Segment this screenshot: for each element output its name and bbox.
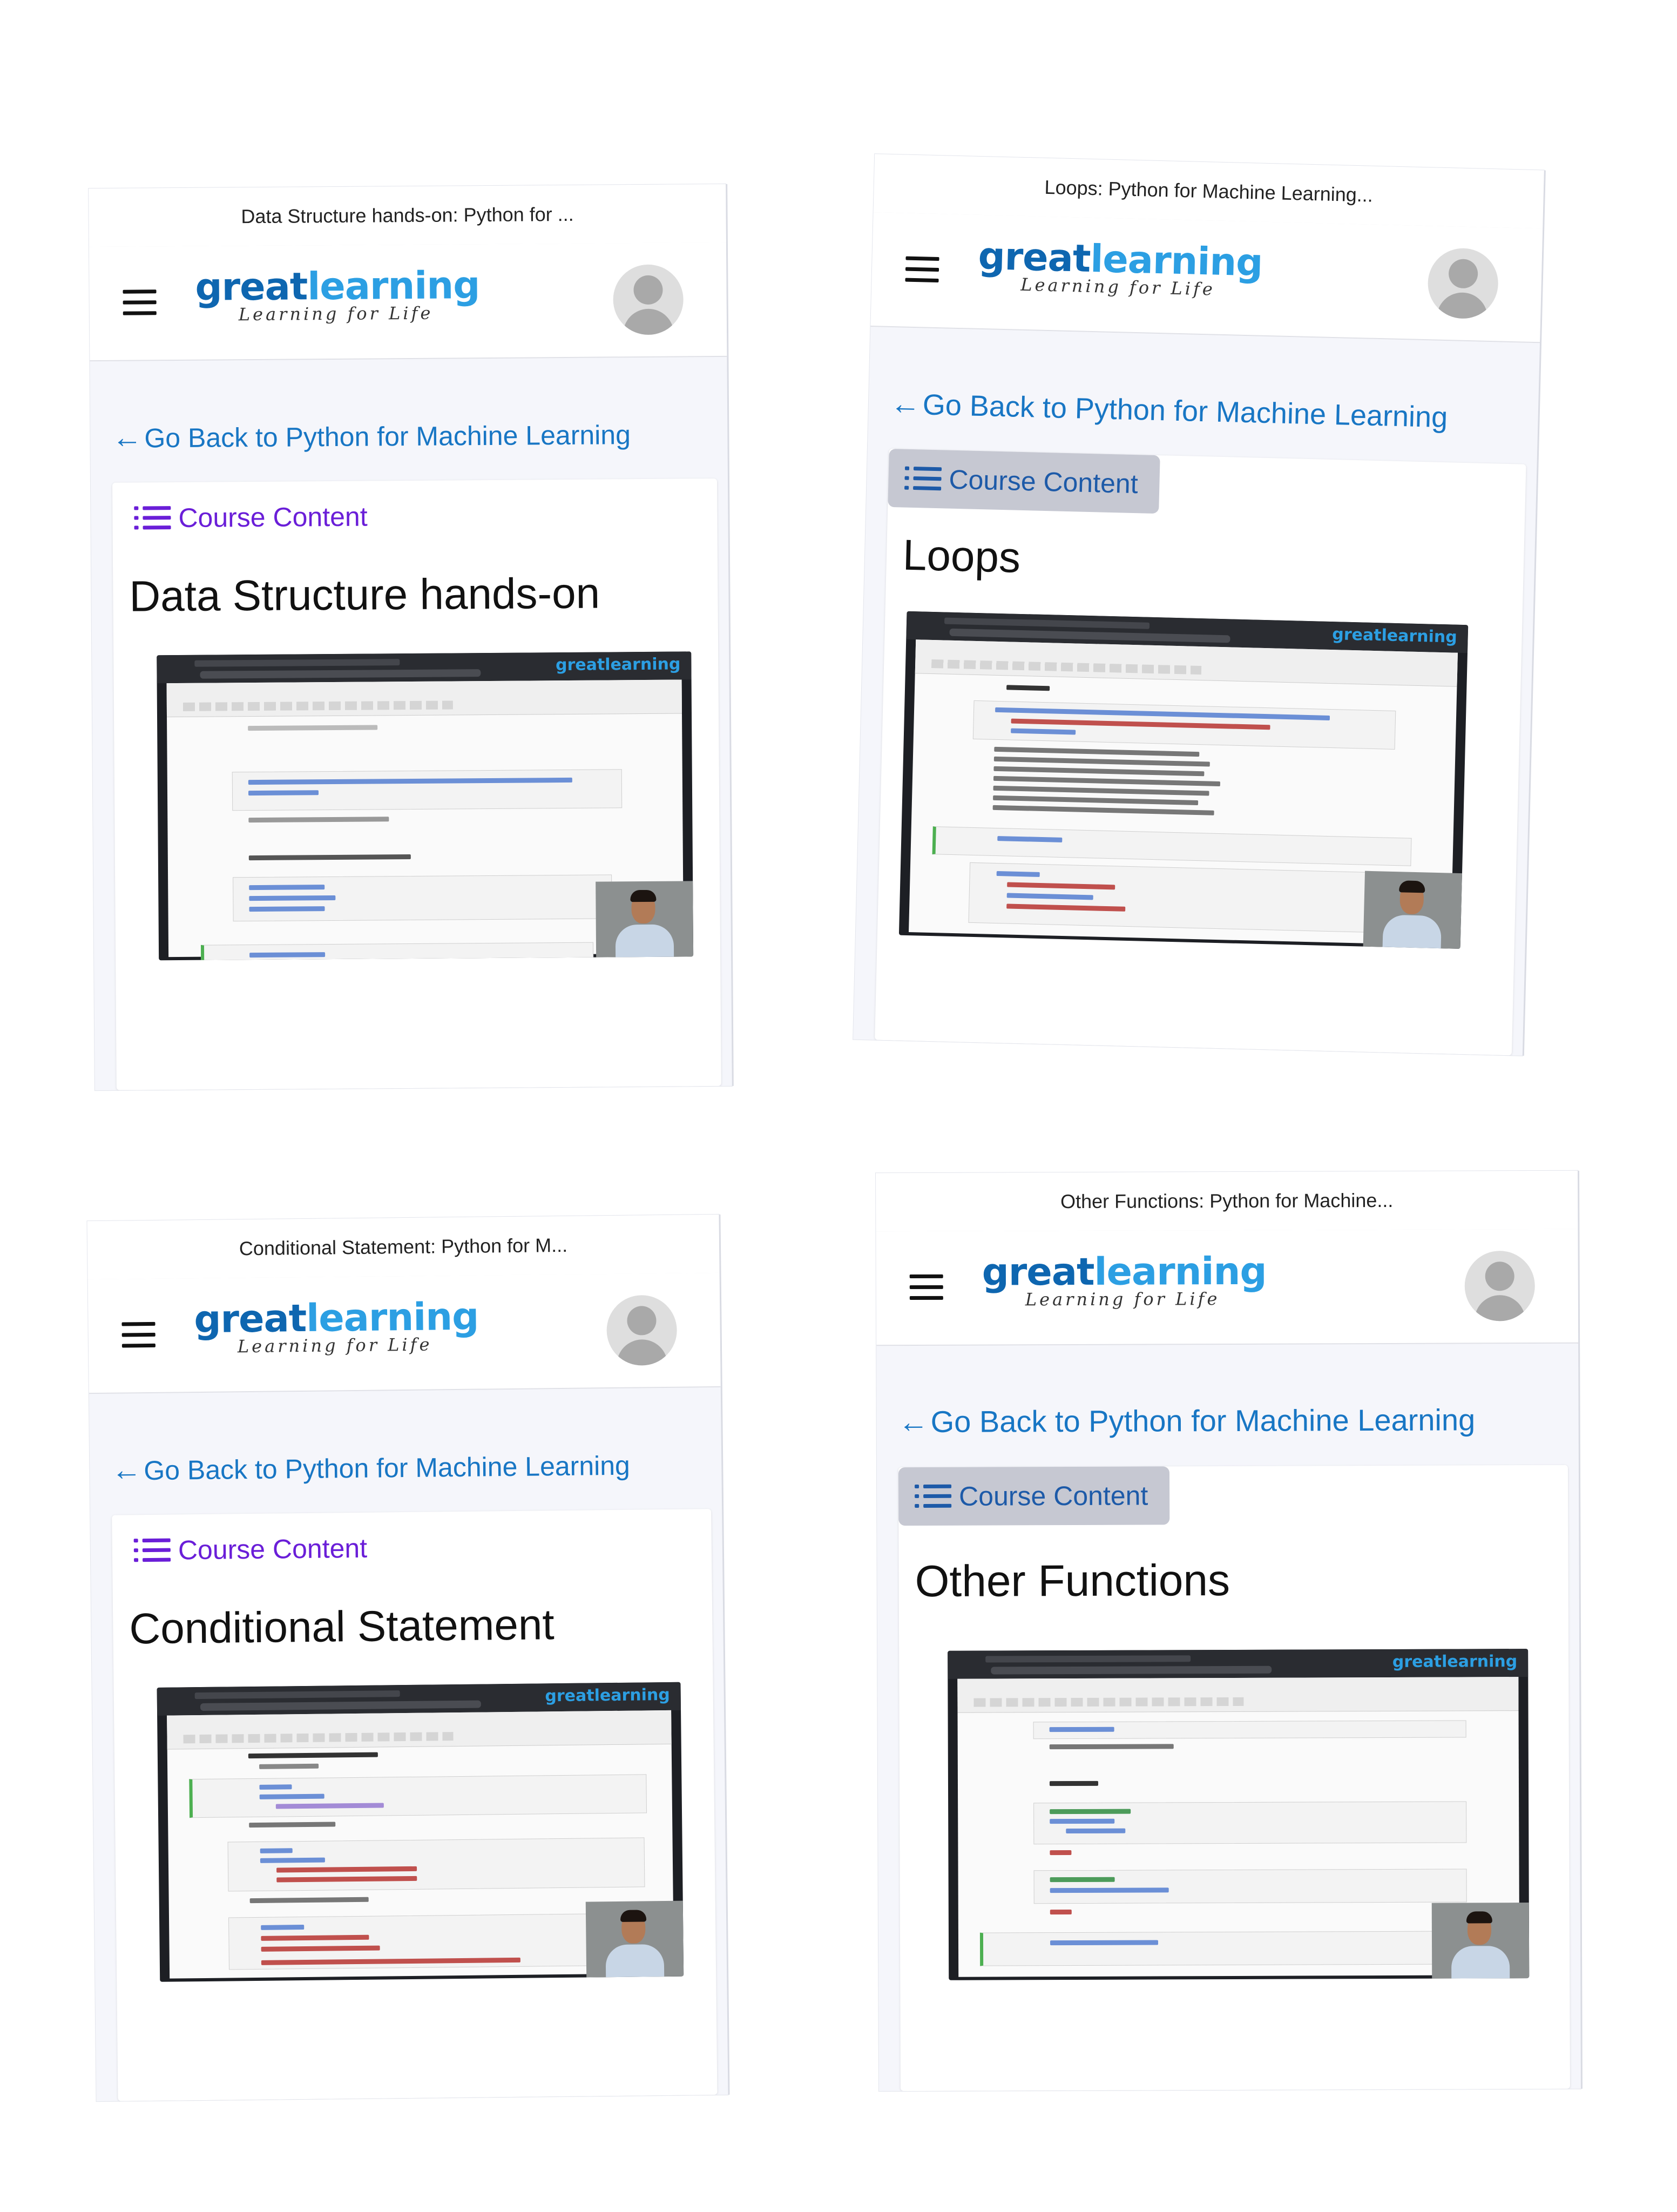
course-content-button[interactable]: Course Content — [117, 1519, 389, 1580]
app-header: greatlearning Learning for Life — [89, 242, 727, 362]
course-content-button[interactable]: Course Content — [898, 1466, 1170, 1526]
back-link-label: Go Back to Python for Machine Learning — [930, 1402, 1476, 1439]
logo-text-great: great — [195, 264, 308, 309]
status-bar-title: Conditional Statement: Python for M... — [87, 1214, 720, 1281]
instructor-webcam — [1363, 871, 1463, 949]
arrow-left-icon: ← — [898, 1404, 929, 1439]
app-header: greatlearning Learning for Life — [876, 1229, 1579, 1346]
course-content-label: Course Content — [959, 1480, 1148, 1512]
list-icon — [915, 1482, 952, 1510]
user-avatar-icon[interactable] — [613, 264, 684, 335]
lesson-card: Course Content Data Structure hands-on g… — [112, 478, 721, 1090]
video-player[interactable]: greatlearning — [157, 1682, 684, 1982]
course-content-button[interactable]: Course Content — [888, 448, 1160, 514]
arrow-left-icon: ← — [111, 1452, 142, 1487]
back-to-course-link[interactable]: ←Go Back to Python for Machine Learning — [112, 416, 631, 455]
instructor-webcam — [1431, 1903, 1530, 1980]
logo-text-great: great — [193, 1296, 307, 1342]
hamburger-menu-icon[interactable] — [905, 256, 939, 284]
arrow-left-icon: ← — [890, 386, 921, 421]
video-watermark-logo: greatlearning — [1392, 1652, 1518, 1671]
lesson-title: Other Functions — [915, 1555, 1230, 1607]
user-avatar-icon[interactable] — [1427, 247, 1499, 320]
back-link-label: Go Back to Python for Machine Learning — [144, 1450, 631, 1486]
video-player[interactable]: greatlearning — [157, 651, 694, 961]
back-link-label: Go Back to Python for Machine Learning — [144, 420, 631, 454]
app-header: greatlearning Learning for Life — [870, 212, 1543, 343]
video-watermark-logo: greatlearning — [545, 1685, 670, 1706]
hamburger-menu-icon[interactable] — [909, 1274, 943, 1300]
course-content-button[interactable]: Course Content — [118, 487, 389, 548]
instructor-webcam — [585, 1900, 684, 1982]
logo-text-learning: learning — [306, 1294, 479, 1340]
lesson-title: Loops — [902, 530, 1022, 582]
app-header: greatlearning Learning for Life — [87, 1272, 721, 1394]
back-to-course-link[interactable]: ←Go Back to Python for Machine Learning — [898, 1402, 1476, 1439]
video-watermark-logo: greatlearning — [1331, 625, 1458, 647]
back-link-label: Go Back to Python for Machine Learning — [922, 388, 1448, 434]
status-bar-title: Data Structure hands-on: Python for ... — [89, 184, 726, 248]
arrow-left-icon: ← — [112, 420, 143, 454]
back-to-course-link[interactable]: ←Go Back to Python for Machine Learning — [890, 386, 1448, 434]
list-icon — [134, 504, 171, 532]
greatlearning-logo[interactable]: greatlearning Learning for Life — [982, 1249, 1267, 1310]
back-to-course-link[interactable]: ←Go Back to Python for Machine Learning — [111, 1447, 630, 1487]
instructor-webcam — [596, 881, 694, 961]
video-player[interactable]: greatlearning — [948, 1649, 1530, 1980]
hamburger-menu-icon[interactable] — [123, 289, 157, 315]
video-watermark-logo: greatlearning — [555, 655, 681, 675]
list-icon — [904, 464, 942, 494]
course-content-label: Course Content — [178, 1533, 368, 1566]
hamburger-menu-icon[interactable] — [121, 1321, 155, 1348]
status-bar-title: Other Functions: Python for Machine... — [876, 1170, 1578, 1233]
lesson-title: Data Structure hands-on — [129, 569, 600, 621]
greatlearning-logo[interactable]: greatlearning Learning for Life — [977, 233, 1263, 301]
logo-text-learning: learning — [1094, 1249, 1267, 1294]
list-icon — [133, 1536, 171, 1565]
greatlearning-logo[interactable]: greatlearning Learning for Life — [195, 263, 480, 325]
screenshot-conditional-statement: Conditional Statement: Python for M... g… — [87, 1214, 728, 2102]
user-avatar-icon[interactable] — [1464, 1251, 1535, 1321]
video-player[interactable]: greatlearning — [898, 611, 1469, 949]
screenshot-data-structure: Data Structure hands-on: Python for ... … — [89, 184, 732, 1091]
greatlearning-logo[interactable]: greatlearning Learning for Life — [193, 1294, 479, 1358]
logo-text-learning: learning — [307, 263, 480, 309]
screenshot-loops: Loops: Python for Machine Learning... gr… — [853, 154, 1544, 1056]
course-content-label: Course Content — [948, 464, 1139, 500]
course-content-label: Course Content — [178, 501, 368, 533]
logo-text-great: great — [977, 233, 1091, 281]
user-avatar-icon[interactable] — [606, 1294, 678, 1366]
lesson-title: Conditional Statement — [129, 1600, 555, 1653]
lesson-card: Course Content Loops greatlearning — [875, 448, 1526, 1056]
lesson-card: Course Content Conditional Statement gre… — [112, 1509, 718, 2101]
screenshot-other-functions: Other Functions: Python for Machine... g… — [876, 1170, 1581, 2092]
lesson-card: Course Content Other Functions greatlear… — [898, 1465, 1570, 2092]
logo-text-great: great — [982, 1249, 1094, 1294]
